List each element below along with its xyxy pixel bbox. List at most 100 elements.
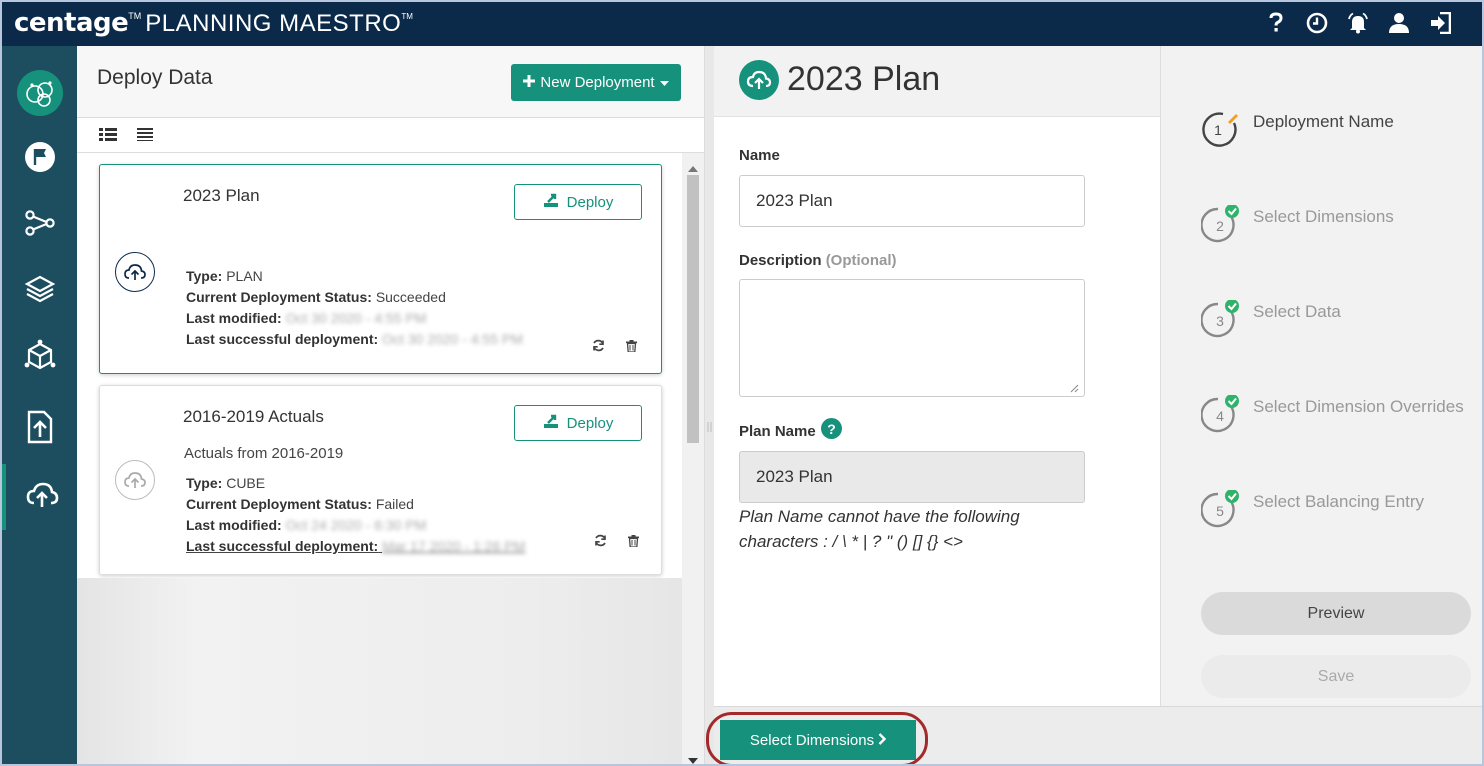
highlight-ring [706,712,928,764]
card-meta: Type: PLAN Current Deployment Status: Su… [186,266,523,350]
trash-icon[interactable] [626,339,637,357]
save-button[interactable]: Save [1201,655,1471,698]
svg-text:5: 5 [1216,503,1224,519]
type-label: Type: [186,268,223,284]
clock-icon[interactable] [1305,11,1329,35]
trash-icon[interactable] [628,534,639,552]
resize-handle-icon[interactable] [1069,380,1079,398]
step-label: Deployment Name [1253,112,1394,131]
step-select-dimensions[interactable]: 2 Select Dimensions [1201,199,1481,249]
nav-deploy[interactable] [2,464,77,530]
name-input[interactable]: 2023 Plan [739,175,1085,227]
deploy-button[interactable]: Deploy [514,405,642,441]
layers-icon [24,273,56,310]
refresh-icon[interactable] [592,339,605,357]
flow-icon [24,207,56,244]
brand-product: PLANNING MAESTRO [145,10,402,37]
logo-icon [16,70,63,116]
step-label: Select Data [1253,302,1341,321]
plus-icon [523,74,536,91]
step-select-balancing-entry[interactable]: 5 Select Balancing Entry [1201,484,1481,534]
refresh-icon[interactable] [594,534,607,552]
modified-label: Last modified: [186,310,282,326]
top-icons [1264,11,1452,35]
app-frame: centage TM PLANNING MAESTRO TM Deploy Da… [0,0,1484,766]
preview-button[interactable]: Preview [1201,592,1471,635]
nav-home[interactable] [2,60,77,126]
card-view-icon[interactable] [99,127,117,146]
description-textarea[interactable] [739,279,1085,397]
steps-panel: 1 Deployment Name 2 Select Dimensions 3 … [1160,46,1482,706]
nav-layers[interactable] [2,258,77,324]
card-meta: Type: CUBE Current Deployment Status: Fa… [186,473,525,557]
new-deployment-label: New Deployment [540,74,655,91]
nav-flow[interactable] [2,192,77,258]
plan-title: 2023 Plan [787,60,941,98]
deployment-list: 2023 Plan Deploy Type: PLAN Current Depl… [77,153,682,764]
new-deployment-button[interactable]: New Deployment [511,64,681,101]
list-view-icon[interactable] [137,127,153,146]
upload-icon [25,410,55,449]
step-2-icon: 2 [1201,205,1239,243]
panel-splitter[interactable] [704,46,714,764]
step-label: Select Dimensions [1253,207,1394,226]
svg-text:2: 2 [1216,218,1224,234]
logout-icon[interactable] [1428,11,1452,35]
last-success-label: Last successful deployment: [186,331,379,347]
step-3-icon: 3 [1201,300,1239,338]
plan-name-input: 2023 Plan [739,451,1085,503]
step-4-icon: 4 [1201,395,1239,433]
last-success-value: Mar 17 2020 - 1:26 PM [382,538,526,554]
status-value: Failed [375,496,414,512]
last-success-value: Oct 30 2020 - 4:55 PM [382,331,523,347]
nav-flag[interactable] [2,126,77,192]
status-value: Succeeded [375,289,446,305]
nav-upload[interactable] [2,396,77,462]
last-success-label: Last successful deployment: [186,538,379,554]
scrollbar[interactable] [682,153,704,764]
view-toolbar [77,118,704,153]
deploy-button[interactable]: Deploy [514,184,642,220]
scroll-down-icon[interactable] [688,751,698,764]
deployment-card[interactable]: 2016-2019 Actuals Actuals from 2016-2019… [99,385,662,575]
top-bar: centage TM PLANNING MAESTRO TM [2,2,1482,46]
card-title: 2016-2019 Actuals [183,407,324,426]
type-value: PLAN [226,268,263,284]
cloud-upload-icon [115,460,155,500]
type-label: Type: [186,475,223,491]
help-icon[interactable]: ? [821,418,842,439]
step-select-data[interactable]: 3 Select Data [1201,294,1481,344]
step-deployment-name[interactable]: 1 Deployment Name [1201,104,1481,154]
deploy-icon [543,192,559,212]
svg-text:1: 1 [1214,122,1222,138]
cloud-upload-icon [115,252,155,292]
status-label: Current Deployment Status: [186,496,372,512]
help-icon[interactable] [1264,11,1288,35]
user-icon[interactable] [1387,11,1411,35]
description-label: Description (Optional) [739,252,897,269]
cloud-upload-icon [25,480,59,515]
form-footer: Select Dimensions [706,706,1482,764]
step-label: Select Balancing Entry [1253,492,1425,511]
modified-value: Oct 30 2020 - 4:55 PM [285,310,427,326]
modified-value: Oct 24 2020 - 6:30 PM [285,517,427,533]
status-label: Current Deployment Status: [186,289,372,305]
scroll-thumb[interactable] [687,175,699,443]
bell-icon[interactable] [1346,11,1370,35]
card-description: Actuals from 2016-2019 [184,445,344,462]
description-label-text: Description [739,252,822,269]
card-title: 2023 Plan [183,186,260,205]
deployment-card[interactable]: 2023 Plan Deploy Type: PLAN Current Depl… [99,164,662,374]
caret-down-icon [659,74,669,91]
step-5-icon: 5 [1201,490,1239,528]
svg-text:4: 4 [1216,408,1224,424]
deploy-header: Deploy Data New Deployment [77,46,704,118]
blurred-area [77,578,682,764]
nav-cube[interactable] [2,324,77,390]
step-select-dimension-overrides[interactable]: 4 Select Dimension Overrides [1201,389,1481,439]
deploy-icon [543,413,559,433]
deployment-form: 2023 Plan Name 2023 Plan Description (Op… [714,46,1160,706]
modified-label: Last modified: [186,517,282,533]
deploy-panel: Deploy Data New Deployment 2023 Plan Dep… [77,46,704,764]
optional-tag: (Optional) [825,252,897,269]
